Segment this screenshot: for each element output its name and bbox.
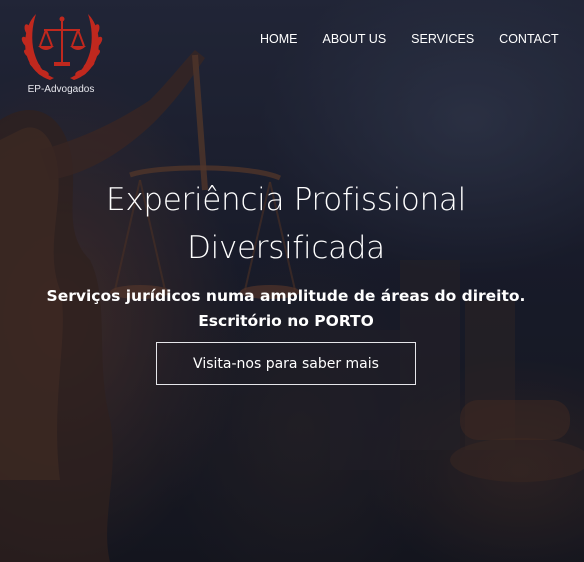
logo-text: EP-Advogados <box>27 84 95 95</box>
nav-home[interactable]: HOME <box>260 32 298 46</box>
hero-subtitle-line1: Serviços jurídicos numa amplitude de áre… <box>46 287 526 305</box>
nav-about-us[interactable]: ABOUT US <box>323 32 387 46</box>
nav-contact[interactable]: CONTACT <box>499 32 559 46</box>
visit-us-button[interactable]: Visita-nos para saber mais <box>156 342 416 385</box>
nav-services[interactable]: SERVICES <box>411 32 474 46</box>
main-nav: HOME ABOUT US SERVICES CONTACT <box>260 32 559 46</box>
hero-section: EP-Advogados HOME ABOUT US SERVICES CONT… <box>0 0 584 562</box>
scales-laurel-icon <box>21 14 103 80</box>
hero-headline-line1: Experiência Profissional <box>106 182 466 218</box>
logo[interactable]: EP-Advogados <box>20 10 108 100</box>
hero-subtitle-line2: Escritório no PORTO <box>198 312 374 330</box>
hero-headline-line2: Diversificada <box>187 230 385 266</box>
